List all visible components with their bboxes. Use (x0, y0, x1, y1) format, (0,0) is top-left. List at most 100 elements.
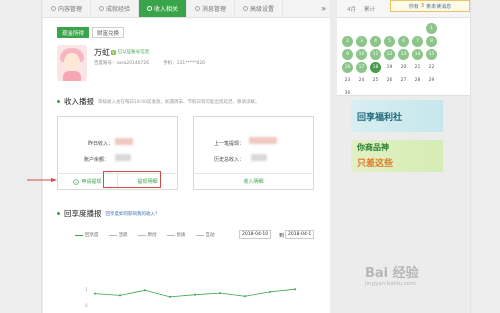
income-title: 收入播报 (64, 97, 94, 106)
tab-icon (194, 6, 200, 11)
tab-income[interactable]: 收入相关 (139, 0, 187, 17)
calendar-day[interactable]: 15 (426, 49, 437, 60)
tab-icon (50, 6, 56, 11)
date-from-input[interactable]: 2018-04-10 (239, 230, 272, 239)
legend-line-icon (137, 234, 146, 236)
calendar-day[interactable]: 7 (412, 36, 423, 47)
tabs-more-button[interactable]: » (283, 0, 330, 17)
promo-banner-line1: 你商品神 (357, 143, 389, 152)
calendar-day[interactable]: 23 (342, 75, 353, 86)
legend-line-icon (195, 234, 204, 236)
legend-label: 活跃 (118, 233, 128, 238)
avatar (57, 45, 87, 81)
calendar-day[interactable]: 26 (384, 75, 395, 86)
calendar-day[interactable]: 19 (384, 62, 395, 73)
unread-count: 3 (420, 3, 425, 9)
tab-messages[interactable]: 消息管理 (187, 0, 235, 17)
blurred-value (249, 137, 277, 144)
income-detail-link[interactable]: 收入明细 (194, 174, 313, 189)
legend-item[interactable]: 互动 (195, 232, 215, 238)
account-info: 百度账号：sara20140726 手机：131*****020 (94, 60, 205, 66)
total-income-label: 历史总收入： (214, 157, 245, 163)
calendar-day[interactable]: 21 (412, 62, 423, 73)
quarter-help-link[interactable]: 回享度如何影响我的收入？ (106, 211, 160, 217)
blurred-value (115, 138, 133, 145)
series-point (119, 294, 121, 297)
top-tab-bar: 内容管理 成就经验 收入相关 消息管理 高级设置 » (43, 0, 330, 18)
legend-item[interactable]: 回享度 (75, 232, 99, 238)
popup-prefix: 你有 (408, 3, 419, 10)
tab-content-management[interactable]: 内容管理 (43, 0, 91, 17)
calendar-day (412, 23, 423, 34)
tab-icon (242, 6, 248, 11)
promo-banner[interactable]: 你商品神 只差这些 (351, 140, 443, 172)
calendar-day[interactable]: 24 (356, 75, 367, 86)
calendar-day[interactable]: 16 (342, 62, 353, 73)
date-to-input[interactable]: 2018-04-1 (285, 230, 315, 239)
calendar-day (342, 23, 353, 34)
chart-legend: 回享度 活跃 原创 优质 互动 (75, 232, 215, 238)
calendar-day[interactable]: 30 (342, 88, 353, 99)
legend-item[interactable]: 原创 (137, 232, 157, 238)
series-point (169, 295, 171, 298)
blurred-value (251, 154, 267, 161)
welfare-banner[interactable]: 回享福利社 (351, 100, 443, 132)
avatar-body (63, 71, 81, 81)
income-card-right: 上一笔提现： 历史总收入： 收入明细 (193, 116, 314, 190)
left-gutter (0, 0, 42, 313)
calendar-day[interactable]: 2 (342, 36, 353, 47)
tab-achievement[interactable]: 成就经验 (91, 0, 139, 17)
calendar-day[interactable]: 8 (426, 36, 437, 47)
legend-item[interactable]: 活跃 (108, 232, 128, 238)
calendar-day[interactable]: 1 (426, 23, 437, 34)
calendar-day[interactable]: 18 (370, 62, 381, 73)
sub-tab-bar: 现金所得 财富兑换 (57, 27, 125, 38)
calendar-day[interactable]: 25 (370, 75, 381, 86)
calendar-day[interactable]: 3 (356, 36, 367, 47)
series-point (269, 290, 271, 293)
calendar-day[interactable]: 13 (398, 49, 409, 60)
tab-advanced-settings[interactable]: 高级设置 (235, 0, 283, 17)
subtab-wealth[interactable]: 财富兑换 (92, 27, 125, 38)
calendar-day[interactable]: 27 (398, 75, 409, 86)
calendar-day[interactable]: 22 (426, 62, 437, 73)
avatar-face (64, 53, 80, 71)
tab-icon (98, 6, 104, 11)
calendar-day[interactable]: 5 (384, 36, 395, 47)
calendar-month[interactable]: 4月 (347, 5, 356, 13)
income-note: 审核收入会在每日18:00前发放，如遇周末、节假日等可能出现延迟，敬请谅解。 (98, 99, 260, 105)
series-points (94, 288, 296, 298)
calendar-grid: 1 2 3 4 5 6 7 8 9 10 11 12 13 14 15 16 17 18 19 20 21 22 23 24 2… (342, 23, 440, 101)
calendar-day[interactable]: 9 (342, 49, 353, 60)
date-separator: 到 (279, 233, 285, 239)
calendar-day[interactable]: 12 (384, 49, 395, 60)
watermark-sub: jingyan.baidu.com (365, 281, 416, 287)
y-tick-label: 1 (85, 287, 88, 292)
calendar-day[interactable]: 28 (412, 75, 423, 86)
calendar-sum-label: 累计 (364, 6, 376, 13)
series-point (144, 289, 146, 292)
verified-badge[interactable]: V 已认证账号信息 (111, 49, 149, 55)
calendar-day (398, 23, 409, 34)
tab-label: 收入相关 (153, 6, 178, 13)
verified-text: 已认证账号信息 (117, 50, 150, 55)
calendar-day[interactable]: 11 (370, 49, 381, 60)
balance-label: 账户余额： (84, 157, 110, 163)
series-point (294, 288, 296, 291)
welfare-banner-text: 回享福利社 (357, 113, 403, 123)
tab-icon (146, 6, 152, 11)
calendar-day[interactable]: 4 (370, 36, 381, 47)
yesterday-income-label: 昨日收入： (88, 141, 114, 147)
calendar-day[interactable]: 20 (398, 62, 409, 73)
calendar-day[interactable]: 17 (356, 62, 367, 73)
quarter-section-title: 回享度播报 回享度如何影响我的收入？ (57, 208, 160, 219)
calendar-day[interactable]: 10 (356, 49, 367, 60)
calendar-day[interactable]: 6 (398, 36, 409, 47)
legend-item[interactable]: 优质 (166, 232, 186, 238)
legend-line-icon (166, 234, 175, 236)
calendar-day[interactable]: 29 (426, 75, 437, 86)
verified-icon: V (111, 49, 116, 55)
calendar-day[interactable]: 14 (412, 49, 423, 60)
unread-messages-popup[interactable]: 你有 3 条未读消息 (390, 0, 470, 12)
subtab-cash[interactable]: 现金所得 (57, 27, 90, 38)
